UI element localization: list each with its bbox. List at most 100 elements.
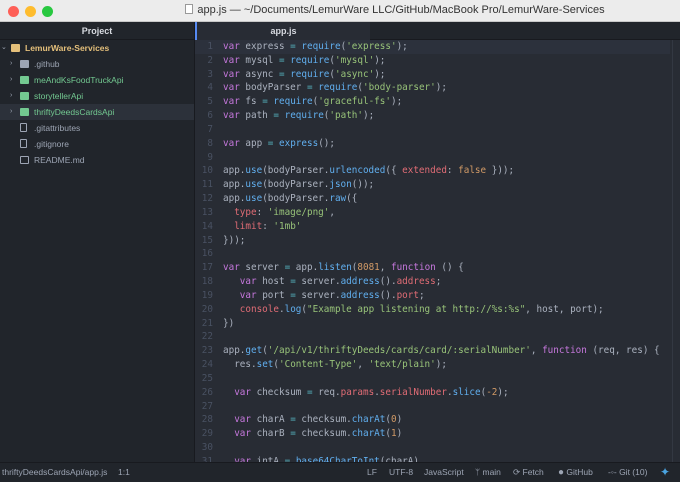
code-token: (); <box>318 137 335 149</box>
code-line: 9 <box>195 151 223 165</box>
encoding[interactable]: UTF-8 <box>389 463 413 482</box>
code-token: var <box>223 110 240 122</box>
code-line: 1 var express = require('express'); <box>195 40 407 54</box>
code-token: var <box>239 276 257 288</box>
code-token: (bodyParser. <box>262 165 330 177</box>
chevron-right-icon[interactable]: › <box>10 56 12 72</box>
code-token: server. <box>295 289 341 301</box>
code-token: charB <box>251 428 291 440</box>
line-number: 3 <box>207 68 213 80</box>
chevron-down-icon[interactable]: ⌄ <box>1 40 7 56</box>
code-token: use <box>245 193 263 205</box>
fetch-button[interactable]: ⟳ Fetch <box>513 463 544 482</box>
vertical-scrollbar[interactable] <box>672 40 680 462</box>
file-path[interactable]: thriftyDeedsCardsApi/app.js <box>2 463 107 482</box>
code-token: , <box>379 262 391 274</box>
code-token: var <box>234 386 251 398</box>
git-button[interactable]: -◦- Git (10) <box>608 463 647 482</box>
tree-item[interactable]: ⌄ LemurWare-Services <box>0 40 194 56</box>
code-line: 25 <box>195 372 223 386</box>
code-token: }) <box>223 317 235 329</box>
squirrel-icon[interactable]: ✦ <box>660 463 670 482</box>
code-token: set <box>256 359 274 371</box>
line-number: 8 <box>207 137 213 149</box>
code-token: var <box>223 68 240 80</box>
code-token: (bodyParser. <box>262 193 330 205</box>
code-token: 'graceful-fs' <box>318 96 391 108</box>
tree-item-label: README.md <box>34 155 85 165</box>
line-number: 19 <box>201 289 213 301</box>
file-icon <box>20 123 27 132</box>
chevron-right-icon[interactable]: › <box>10 88 12 104</box>
line-number: 9 <box>207 151 213 163</box>
code-token: var <box>234 428 251 440</box>
chevron-right-icon[interactable]: › <box>10 72 12 88</box>
branch[interactable]: ᛘ main <box>475 463 501 482</box>
line-number: 5 <box>207 96 213 108</box>
line-number: 27 <box>201 400 213 412</box>
code-token: req. <box>312 386 341 398</box>
code-token: ; <box>418 289 425 301</box>
tree-item[interactable]: README.md <box>0 152 194 168</box>
github-icon: ● <box>558 467 565 478</box>
line-number: 14 <box>201 220 213 232</box>
project-header: Project <box>0 22 194 40</box>
tab-app-js[interactable]: app.js <box>195 22 370 40</box>
line-number: 4 <box>207 82 213 94</box>
code-token: var <box>234 414 251 426</box>
code-token: ) <box>396 414 403 426</box>
code-token: -2 <box>486 386 498 398</box>
code-line: 14 limit: '1mb' <box>195 220 302 234</box>
code-line: 11 app.use(bodyParser.json()); <box>195 178 374 192</box>
github-label: GitHub <box>566 467 593 477</box>
code-token: use <box>245 179 263 191</box>
code-token: require <box>290 68 330 80</box>
line-number: 15 <box>201 234 213 246</box>
code-line: 8 var app = express(); <box>195 137 335 151</box>
tree-item-label: LemurWare-Services <box>25 43 110 53</box>
code-token: raw <box>329 193 347 205</box>
github-button[interactable]: ● GitHub <box>558 463 593 482</box>
code-token: json <box>329 179 352 191</box>
code-line: 18 var host = server.address().address; <box>195 275 442 289</box>
code-line: 30 <box>195 441 223 455</box>
line-number: 18 <box>201 276 213 288</box>
code-line: 16 <box>195 247 223 261</box>
code-token: port <box>396 289 419 301</box>
code-token: app. <box>223 179 246 191</box>
tree-item[interactable]: › .github <box>0 56 194 72</box>
chevron-right-icon[interactable]: › <box>10 104 12 120</box>
grammar[interactable]: JavaScript <box>424 463 464 482</box>
code-token: app. <box>223 165 246 177</box>
code-line: 31 var intA = base64CharToInt(charA) <box>195 455 419 462</box>
tree-item[interactable]: .gitignore <box>0 136 194 152</box>
code-token: var <box>223 82 240 94</box>
code-token: serialNumber <box>379 386 447 398</box>
file-tree: ⌄ LemurWare-Services › .github › meAndKsFoodT… <box>0 40 194 168</box>
code-token: ); <box>497 386 509 398</box>
code-line: 17 var server = app.listen(8081, function… <box>195 261 464 275</box>
code-editor[interactable]: 1 var express = require('express'); 2 var m… <box>195 40 680 462</box>
folder-icon <box>20 60 29 68</box>
code-token: log <box>284 303 302 315</box>
line-ending[interactable]: LF <box>367 463 377 482</box>
code-token: 'mysql' <box>335 54 375 66</box>
code-token: ); <box>374 68 386 80</box>
tree-item[interactable]: › storytellerApi <box>0 88 194 104</box>
code-token: (req, res) { <box>586 345 660 357</box>
code-token: })); <box>486 165 515 177</box>
code-token: limit <box>234 220 263 232</box>
tree-item[interactable]: .gitattributes <box>0 120 194 136</box>
cursor-position[interactable]: 1:1 <box>118 463 130 482</box>
code-token: 'Content-Type' <box>279 359 358 371</box>
tree-item-label: .github <box>34 59 60 69</box>
project-sidebar: Project ⌄ LemurWare-Services › .github › meAn… <box>0 22 195 462</box>
line-number: 16 <box>201 248 213 260</box>
tree-item[interactable]: › meAndKsFoodTruckApi <box>0 72 194 88</box>
code-line: 20 console.log("Example app listening at… <box>195 303 604 317</box>
code-token: , <box>357 359 369 371</box>
tree-item[interactable]: › thriftyDeedsCardsApi <box>0 104 194 120</box>
